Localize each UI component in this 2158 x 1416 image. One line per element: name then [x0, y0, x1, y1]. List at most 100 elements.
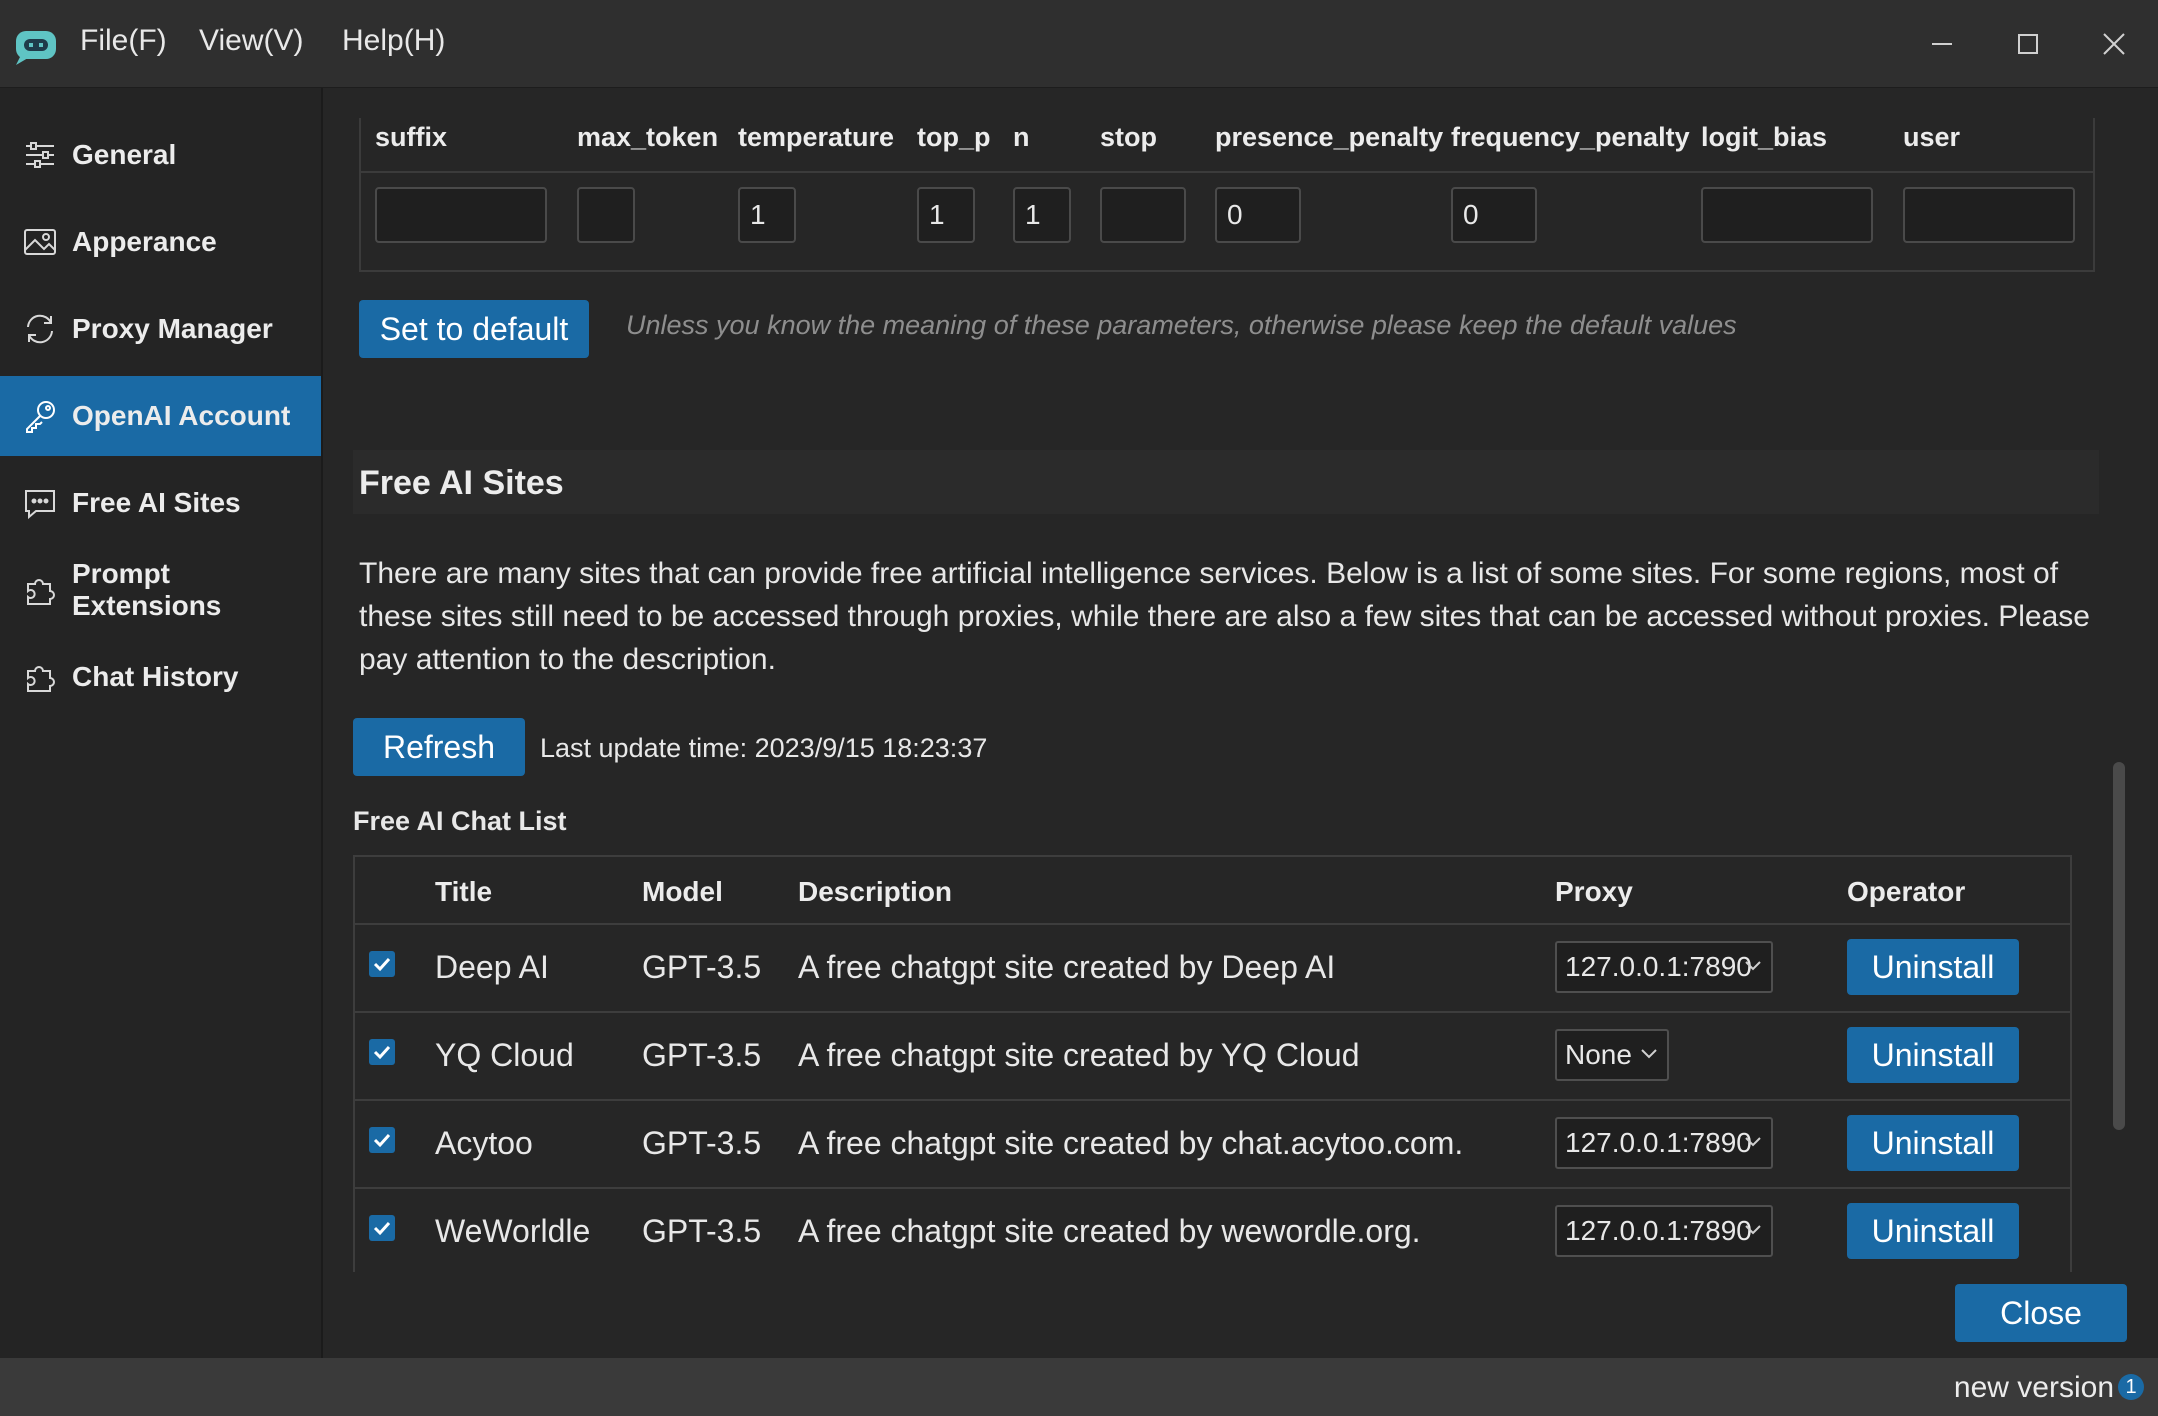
proxy-select[interactable]: 127.0.0.1:7890 — [1555, 1117, 1773, 1169]
vertical-scrollbar[interactable] — [2113, 762, 2125, 1130]
puzzle-icon — [27, 579, 55, 605]
column-header-model: Model — [642, 876, 723, 907]
uninstall-button[interactable]: Uninstall — [1847, 1027, 2019, 1083]
sidebar-item-free-ai-sites[interactable]: Free AI Sites — [0, 463, 321, 543]
proxy-select-value: 127.0.0.1:7890 — [1565, 951, 1752, 982]
maximize-icon[interactable] — [2006, 24, 2050, 64]
n-input[interactable] — [1013, 187, 1071, 243]
close-button[interactable]: Close — [1955, 1284, 2127, 1342]
sidebar-item-label: Free AI Sites — [72, 487, 241, 518]
section-title: Free AI Sites — [359, 464, 564, 502]
logit-bias-input[interactable] — [1701, 187, 1873, 243]
menu-help[interactable]: Help(H) — [342, 24, 445, 58]
param-label-max-token: max_token — [577, 122, 719, 152]
sidebar-item-general[interactable]: General — [0, 115, 321, 195]
sidebar-item-label: General — [72, 139, 177, 170]
proxy-select-value: 127.0.0.1:7890 — [1565, 1215, 1752, 1246]
refresh-icon — [27, 314, 53, 344]
row-description: A free chatgpt site created by wewordle.… — [798, 1213, 1421, 1249]
param-label-user: user — [1903, 122, 1961, 152]
presence-penalty-input[interactable] — [1215, 187, 1301, 243]
uninstall-button[interactable]: Uninstall — [1847, 1203, 2019, 1259]
image-icon — [24, 229, 56, 255]
chevron-down-icon — [1745, 1225, 1761, 1235]
section-description: There are many sites that can provide fr… — [359, 557, 2090, 676]
app-logo-icon — [16, 31, 56, 65]
proxy-select[interactable]: 127.0.0.1:7890 — [1555, 941, 1773, 993]
user-input[interactable] — [1903, 187, 2075, 243]
parameters-header-divider — [359, 171, 2093, 173]
proxy-select[interactable]: None — [1555, 1029, 1669, 1081]
row-title: YQ Cloud — [435, 1037, 574, 1073]
sidebar-item-label: OpenAI Account — [72, 400, 291, 431]
row-model: GPT-3.5 — [642, 949, 762, 985]
menu-file[interactable]: File(F) — [80, 24, 167, 58]
row-title: Acytoo — [435, 1125, 533, 1161]
sidebar: General Apperance Proxy Manager OpenAI A… — [0, 88, 323, 1358]
sidebar-item-openai-account[interactable]: OpenAI Account — [0, 376, 321, 456]
refresh-button[interactable]: Refresh — [353, 718, 525, 776]
top-p-input[interactable] — [917, 187, 975, 243]
sidebar-item-appearance[interactable]: Apperance — [0, 202, 321, 282]
temperature-input[interactable] — [738, 187, 796, 243]
menu-view[interactable]: View(V) — [199, 24, 303, 58]
title-bar: File(F) View(V) Help(H) — [0, 0, 2158, 88]
new-version-link[interactable]: new version — [1954, 1371, 2114, 1405]
column-header-operator: Operator — [1847, 876, 1966, 907]
uninstall-button[interactable]: Uninstall — [1847, 1115, 2019, 1171]
sidebar-item-label: Apperance — [72, 226, 217, 257]
row-title: WeWorldle — [435, 1213, 591, 1249]
param-label-stop: stop — [1100, 122, 1157, 152]
column-header-proxy: Proxy — [1555, 876, 1633, 907]
row-description: A free chatgpt site created by Deep AI — [798, 949, 1336, 985]
proxy-select-value: 127.0.0.1:7890 — [1565, 1127, 1752, 1158]
minimize-icon[interactable] — [1920, 24, 1964, 64]
frequency-penalty-input[interactable] — [1451, 187, 1537, 243]
update-count-badge: 1 — [2118, 1374, 2144, 1400]
column-header-title: Title — [435, 876, 493, 907]
sidebar-item-label: Chat History — [72, 661, 239, 692]
row-checkbox[interactable] — [369, 1039, 395, 1065]
settings-panel: suffix max_token temperature top_p n sto… — [323, 88, 2158, 1358]
last-update-time: Last update time: 2023/9/15 18:23:37 — [540, 733, 988, 763]
suffix-input[interactable] — [375, 187, 547, 243]
proxy-select-value: None — [1565, 1039, 1632, 1070]
table-row: YQ Cloud GPT-3.5 A free chatgpt site cre… — [355, 1011, 2070, 1101]
row-checkbox[interactable] — [369, 1215, 395, 1241]
parameters-hint: Unless you know the meaning of these par… — [626, 310, 1737, 340]
chevron-down-icon — [1745, 961, 1761, 971]
key-icon — [26, 401, 55, 433]
sidebar-item-proxy-manager[interactable]: Proxy Manager — [0, 289, 321, 369]
sidebar-item-label: Proxy Manager — [72, 313, 273, 344]
max-token-input[interactable] — [577, 187, 635, 243]
table-row: Acytoo GPT-3.5 A free chatgpt site creat… — [355, 1099, 2070, 1189]
param-label-frequency-penalty: frequency_penalty — [1451, 122, 1690, 152]
table-row: WeWorldle GPT-3.5 A free chatgpt site cr… — [355, 1187, 2070, 1272]
sliders-icon — [26, 142, 54, 168]
row-model: GPT-3.5 — [642, 1213, 762, 1249]
param-label-logit-bias: logit_bias — [1701, 122, 1828, 152]
set-to-default-button[interactable]: Set to default — [359, 300, 589, 358]
list-title: Free AI Chat List — [353, 806, 567, 836]
uninstall-button[interactable]: Uninstall — [1847, 939, 2019, 995]
proxy-select[interactable]: 127.0.0.1:7890 — [1555, 1205, 1773, 1257]
chevron-down-icon — [1641, 1049, 1657, 1059]
param-label-top-p: top_p — [917, 122, 991, 152]
close-icon[interactable] — [2092, 24, 2136, 64]
section-header — [353, 450, 2099, 514]
row-title: Deep AI — [435, 949, 549, 985]
row-model: GPT-3.5 — [642, 1125, 762, 1161]
stop-input[interactable] — [1100, 187, 1186, 243]
row-checkbox[interactable] — [369, 1127, 395, 1153]
chat-bubble-icon — [25, 490, 55, 520]
param-label-suffix: suffix — [375, 122, 448, 152]
sidebar-item-prompt-extensions[interactable]: Prompt Extensions — [0, 550, 321, 630]
puzzle-icon — [27, 666, 55, 692]
chevron-down-icon — [1745, 1137, 1761, 1147]
row-checkbox[interactable] — [369, 951, 395, 977]
row-description: A free chatgpt site created by chat.acyt… — [798, 1125, 1464, 1161]
sidebar-item-label: Prompt Extensions — [72, 558, 222, 621]
column-header-description: Description — [798, 876, 953, 907]
row-model: GPT-3.5 — [642, 1037, 762, 1073]
sidebar-item-chat-history[interactable]: Chat History — [0, 637, 321, 717]
